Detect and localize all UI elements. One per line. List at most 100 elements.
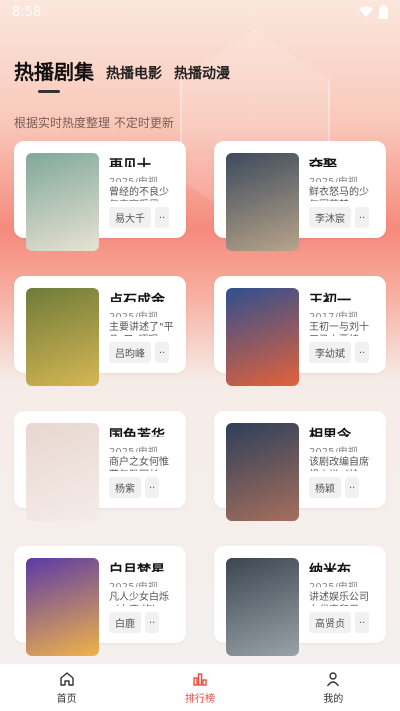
card-meta: 2025/电视剧...	[309, 443, 376, 452]
actor-tag: 易大千	[109, 207, 151, 228]
card-info: 夺娶 2025/电视剧... 鲜衣怒马的少年军萧楚... 李沐宸 ..	[309, 153, 376, 228]
card-tags: 杨紫 ..	[109, 477, 176, 498]
poster-fill	[226, 423, 299, 521]
actor-tag: 杨紫	[109, 477, 141, 498]
user-icon	[327, 671, 340, 686]
card-title: 夺娶	[309, 158, 337, 167]
card-info: 王初一与... 2017/电视剧... 王初一与刘十五马上要结... 李幼斌 .…	[309, 288, 376, 363]
poster-image	[26, 558, 99, 656]
card-title: 点石成金	[109, 293, 165, 302]
more-tag: ..	[145, 477, 160, 498]
page-subtitle: 根据实时热度整理 不定时更新	[14, 116, 174, 130]
drama-card[interactable]: 再见十八... 2025/电视剧... 曾经的不良少年宋宸受恩... 易大千 .…	[14, 141, 186, 251]
card-description: 主要讲述了"平凡"又"耀眼"...	[109, 321, 174, 336]
bottom-nav: 首页 排行榜 我的	[0, 663, 400, 711]
actor-tag: 李沐宸	[309, 207, 351, 228]
card-description: 凡人少女白烁（白鹿 饰）...	[109, 591, 172, 606]
category-tabs: 热播剧集 热播电影 热播动漫	[14, 56, 230, 93]
card-title: 国色芳华	[109, 428, 165, 437]
actor-tag: 杨颖	[309, 477, 341, 498]
wifi-icon	[359, 6, 373, 17]
card-info: 相思令 2025/电视剧... 该剧改编自席绢小说《抢... 杨颖 ..	[309, 423, 376, 498]
nav-ranking-label: 排行榜	[184, 693, 215, 705]
actor-tag: 白鹿	[109, 612, 141, 633]
drama-card[interactable]: 国色芳华 2025/电视剧... 商户之女何惟芳与雅冠长... 杨紫 ..	[14, 411, 186, 521]
card-description: 该剧改编自席绢小说《抢...	[309, 456, 369, 471]
card-tags: 白鹿 ..	[109, 612, 176, 633]
status-icons	[359, 5, 388, 19]
card-description: 商户之女何惟芳与雅冠长...	[109, 456, 169, 471]
card-description: 讲述娱乐公司女代表和男...	[309, 591, 369, 606]
drama-card[interactable]: 白月梵星 2025/电视剧... 凡人少女白烁（白鹿 饰）... 白鹿 ..	[14, 546, 186, 656]
card-meta: 2025/电视剧...	[109, 308, 176, 317]
tab-hot-series[interactable]: 热播剧集	[14, 56, 94, 93]
status-time: 8:58	[12, 4, 42, 20]
card-info: 纳米布 2025/电视剧... 讲述娱乐公司女代表和男... 高贤贞 ..	[309, 558, 376, 633]
nav-profile-label: 我的	[323, 693, 344, 705]
card-meta: 2025/电视剧...	[309, 173, 376, 182]
drama-card[interactable]: 点石成金 2025/电视剧... 主要讲述了"平凡"又"耀眼"... 吕昀峰 .…	[14, 276, 186, 386]
drama-card[interactable]: 纳米布 2025/电视剧... 讲述娱乐公司女代表和男... 高贤贞 ..	[214, 546, 386, 656]
poster-fill	[226, 153, 299, 251]
card-info: 再见十八... 2025/电视剧... 曾经的不良少年宋宸受恩... 易大千 .…	[109, 153, 176, 228]
poster-fill	[26, 423, 99, 521]
card-meta: 2025/电视剧...	[309, 578, 376, 587]
battery-icon	[379, 5, 388, 19]
poster-image	[26, 288, 99, 386]
card-title: 纳米布	[309, 563, 351, 572]
poster-image	[226, 558, 299, 656]
drama-card[interactable]: 夺娶 2025/电视剧... 鲜衣怒马的少年军萧楚... 李沐宸 ..	[214, 141, 386, 251]
poster-fill	[226, 288, 299, 386]
tab-hot-movies[interactable]: 热播电影	[106, 63, 162, 93]
nav-ranking[interactable]: 排行榜	[160, 671, 240, 705]
card-info: 点石成金 2025/电视剧... 主要讲述了"平凡"又"耀眼"... 吕昀峰 .…	[109, 288, 176, 363]
actor-tag: 吕昀峰	[109, 342, 151, 363]
chart-icon	[193, 672, 207, 686]
card-description: 鲜衣怒马的少年军萧楚...	[309, 186, 369, 201]
card-info: 国色芳华 2025/电视剧... 商户之女何惟芳与雅冠长... 杨紫 ..	[109, 423, 176, 498]
more-tag: ..	[155, 342, 170, 363]
poster-fill	[26, 288, 99, 386]
nav-profile[interactable]: 我的	[293, 671, 373, 705]
drama-grid: 再见十八... 2025/电视剧... 曾经的不良少年宋宸受恩... 易大千 .…	[14, 141, 386, 656]
nav-home-label: 首页	[56, 693, 77, 705]
card-title: 白月梵星	[109, 563, 165, 572]
drama-card[interactable]: 王初一与... 2017/电视剧... 王初一与刘十五马上要结... 李幼斌 .…	[214, 276, 386, 386]
more-tag: ..	[355, 342, 370, 363]
actor-tag: 高贤贞	[309, 612, 351, 633]
poster-image	[26, 153, 99, 251]
card-description: 曾经的不良少年宋宸受恩...	[109, 186, 169, 201]
poster-image	[226, 423, 299, 521]
card-info: 白月梵星 2025/电视剧... 凡人少女白烁（白鹿 饰）... 白鹿 ..	[109, 558, 176, 633]
home-icon	[59, 671, 74, 686]
card-title: 王初一与...	[309, 293, 376, 302]
card-tags: 李幼斌 ..	[309, 342, 376, 363]
card-meta: 2025/电视剧...	[109, 578, 176, 587]
card-tags: 易大千 ..	[109, 207, 176, 228]
tab-hot-anime[interactable]: 热播动漫	[174, 63, 230, 93]
drama-card[interactable]: 相思令 2025/电视剧... 该剧改编自席绢小说《抢... 杨颖 ..	[214, 411, 386, 521]
poster-fill	[226, 558, 299, 656]
card-description: 王初一与刘十五马上要结...	[309, 321, 369, 336]
poster-image	[226, 153, 299, 251]
card-tags: 吕昀峰 ..	[109, 342, 176, 363]
more-tag: ..	[355, 612, 370, 633]
more-tag: ..	[345, 477, 360, 498]
more-tag: ..	[355, 207, 370, 228]
poster-image	[26, 423, 99, 521]
card-meta: 2025/电视剧...	[109, 173, 176, 182]
poster-fill	[26, 153, 99, 251]
poster-image	[226, 288, 299, 386]
poster-fill	[26, 558, 99, 656]
nav-home[interactable]: 首页	[27, 671, 107, 705]
card-tags: 高贤贞 ..	[309, 612, 376, 633]
status-bar: 8:58	[0, 0, 400, 24]
card-meta: 2025/电视剧...	[109, 443, 176, 452]
card-tags: 杨颖 ..	[309, 477, 376, 498]
more-tag: ..	[155, 207, 170, 228]
card-title: 相思令	[309, 428, 351, 437]
more-tag: ..	[145, 612, 160, 633]
card-tags: 李沐宸 ..	[309, 207, 376, 228]
actor-tag: 李幼斌	[309, 342, 351, 363]
card-meta: 2017/电视剧...	[309, 308, 376, 317]
